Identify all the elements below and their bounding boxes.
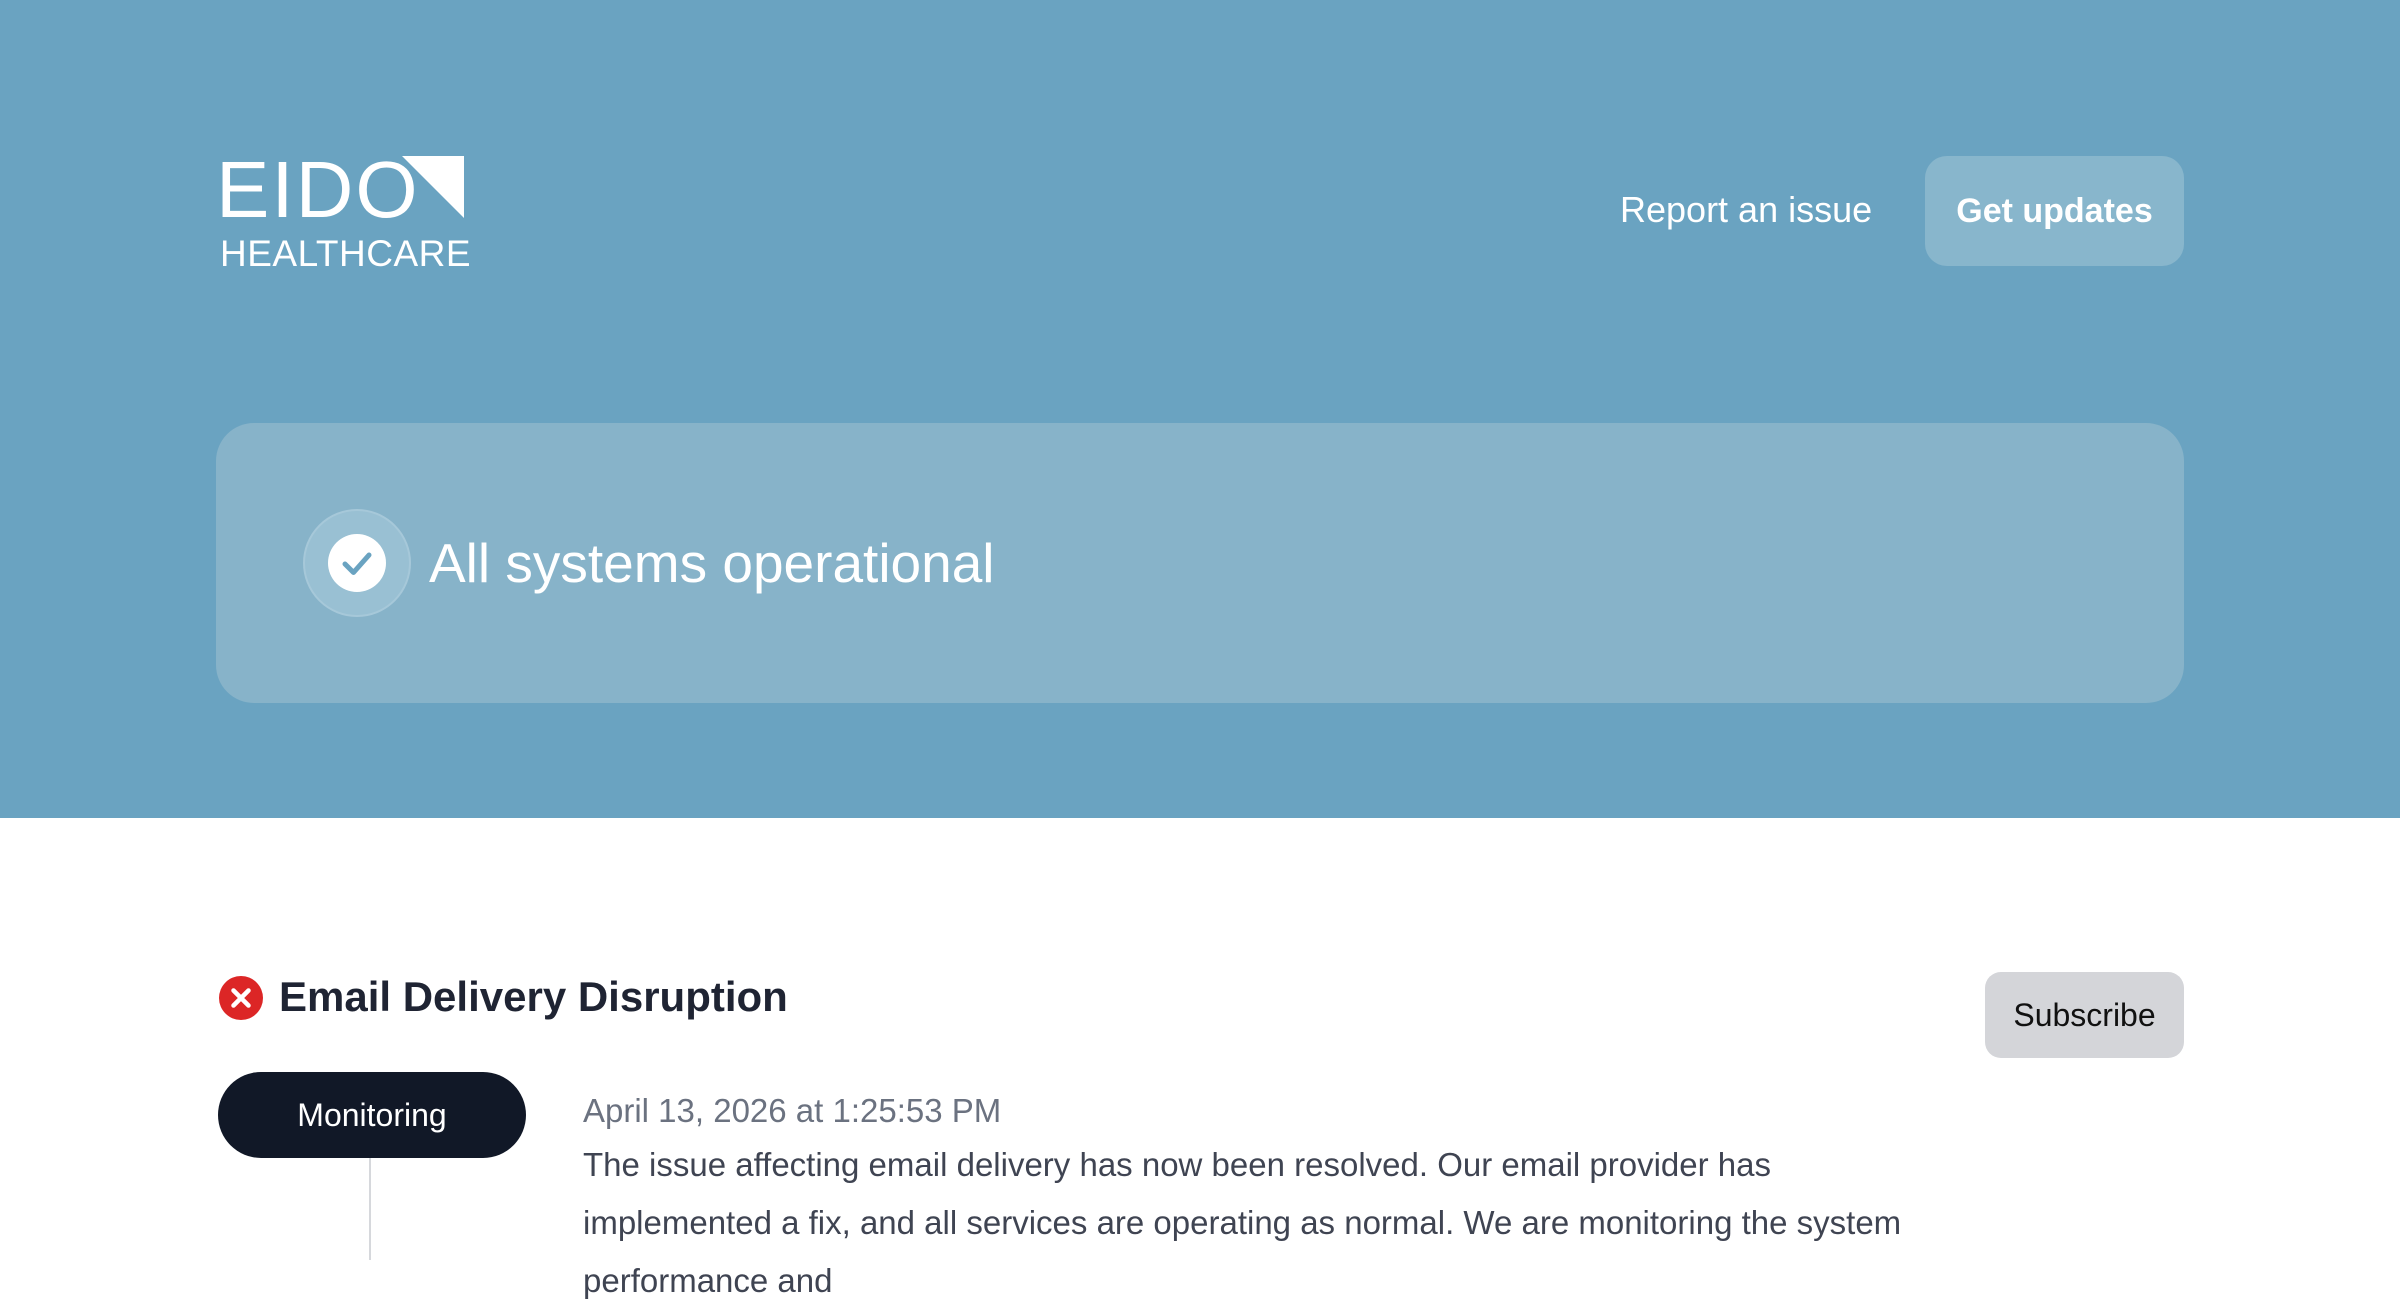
status-summary-card: All systems operational	[216, 423, 2184, 703]
error-x-icon	[219, 976, 263, 1020]
subscribe-button[interactable]: Subscribe	[1985, 972, 2184, 1058]
incident-stage-badge: Monitoring	[218, 1072, 526, 1158]
update-timestamp: April 13, 2026 at 1:25:53 PM	[583, 1092, 1002, 1129]
logo-wordmark: EIDO	[216, 145, 420, 234]
report-issue-link[interactable]: Report an issue	[1620, 184, 1872, 236]
timeline-line	[369, 1158, 371, 1260]
check-circle-icon	[328, 534, 386, 592]
logo-subtitle: HEALTHCARE	[220, 233, 472, 274]
hero-header: EIDO HEALTHCARE Report an issue Get upda…	[0, 0, 2400, 818]
incident-title[interactable]: Email Delivery Disruption	[279, 968, 788, 1026]
logo-triangle-icon	[402, 156, 464, 218]
get-updates-button[interactable]: Get updates	[1925, 156, 2184, 266]
eido-healthcare-logo[interactable]: EIDO HEALTHCARE	[216, 145, 471, 275]
status-text: All systems operational	[429, 532, 995, 594]
status-icon-ring	[303, 509, 411, 617]
update-body: The issue affecting email delivery has n…	[583, 1146, 1902, 1299]
